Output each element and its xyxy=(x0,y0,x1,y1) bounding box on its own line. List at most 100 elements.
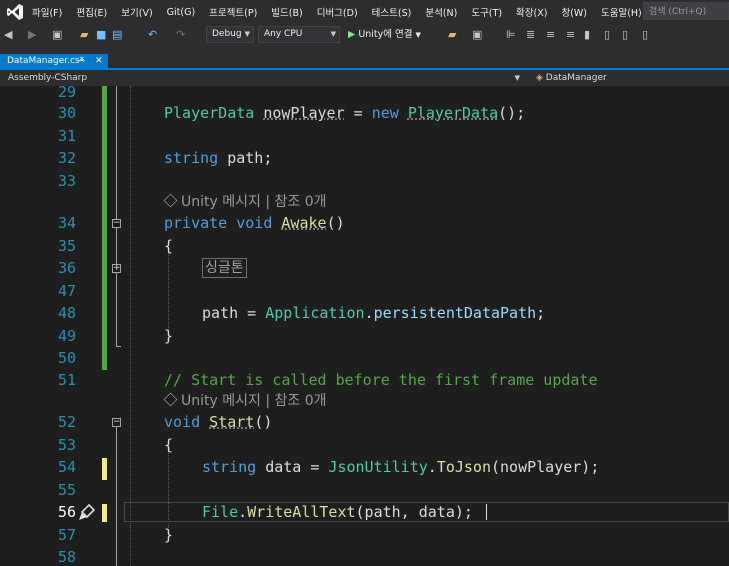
menu-test[interactable]: 테스트(S) xyxy=(372,5,412,19)
new-project-icon[interactable]: ▣ xyxy=(52,28,62,42)
forward-icon[interactable]: ▶ xyxy=(28,28,36,42)
menu-git[interactable]: Git(G) xyxy=(167,7,196,18)
uncomment-icon[interactable]: ≡ xyxy=(566,28,575,42)
chevron-down-icon: ▼ xyxy=(244,30,250,38)
save-icon[interactable]: ■ xyxy=(96,28,106,42)
unity-cube-icon xyxy=(163,193,178,208)
clear-bookmarks-icon[interactable]: ▯ xyxy=(642,28,648,42)
close-icon[interactable]: ✕ xyxy=(95,54,103,68)
redo-icon[interactable]: ↷ xyxy=(176,28,185,42)
attach-unity-label: Unity에 연결 xyxy=(358,29,413,40)
pin-icon[interactable]: ⊸ xyxy=(78,54,85,68)
align-icon[interactable]: ⊫ xyxy=(506,28,516,42)
tab-datamanager[interactable]: DataManager.cs* ⊸ ✕ xyxy=(0,54,108,68)
chevron-down-icon: ▼ xyxy=(330,30,336,38)
platform-select[interactable]: Any CPU ▼ xyxy=(258,26,340,43)
line-number: 47 xyxy=(57,282,76,300)
code-line-52: void Start() xyxy=(164,413,273,431)
line-number: 51 xyxy=(57,371,76,389)
unity-cube-icon xyxy=(163,392,178,407)
collapse-icon[interactable]: − xyxy=(112,219,121,228)
codelens-awake[interactable]: Unity 메시지 | 참조 0개 xyxy=(163,193,327,210)
visual-studio-logo-icon[interactable] xyxy=(6,3,24,21)
menu-edit[interactable]: 편집(E) xyxy=(76,5,107,19)
configuration-select[interactable]: Debug ▼ xyxy=(206,26,254,43)
collapse-icon[interactable]: − xyxy=(112,418,121,427)
collapsed-region-singleton[interactable]: 싱글톤 xyxy=(202,258,247,278)
line-number: 36 xyxy=(57,259,76,277)
codelens-start[interactable]: Unity 메시지 | 참조 0개 xyxy=(163,392,327,409)
back-icon[interactable]: ◀ xyxy=(4,28,12,42)
menu-tools[interactable]: 도구(T) xyxy=(471,5,502,19)
code-line-48: path = Application.persistentDataPath; xyxy=(202,304,546,322)
menu-extensions[interactable]: 확장(X) xyxy=(516,5,547,19)
menu-window[interactable]: 창(W) xyxy=(561,5,587,19)
outdent-icon[interactable]: ≣ xyxy=(526,28,535,42)
line-number: 33 xyxy=(57,172,76,190)
change-bar-saved xyxy=(102,86,107,370)
line-number: 34 xyxy=(57,214,76,232)
navigation-bar: Assembly-CSharp ▼ ◈ DataManager xyxy=(0,70,729,87)
open-folder-icon[interactable]: ▰ xyxy=(80,28,88,42)
line-number: 55 xyxy=(57,481,76,499)
save-all-icon[interactable]: ▤ xyxy=(112,28,122,42)
line-number: 50 xyxy=(57,349,76,367)
comment-icon[interactable]: ≡ xyxy=(546,28,555,42)
document-tabs: DataManager.cs* ⊸ ✕ xyxy=(0,46,729,68)
menu-view[interactable]: 보기(V) xyxy=(121,5,152,19)
text-caret xyxy=(486,504,487,520)
indent-guide xyxy=(168,244,169,330)
outline-line xyxy=(116,426,117,566)
code-line-49: } xyxy=(164,327,174,345)
code-line-30: PlayerData nowPlayer = new PlayerData(); xyxy=(164,104,526,122)
line-number-current: 56 xyxy=(57,503,76,521)
menu-help[interactable]: 도움말(H) xyxy=(601,5,642,19)
line-number: 52 xyxy=(57,413,76,431)
indent-guide xyxy=(130,86,131,566)
chevron-down-icon: ▼ xyxy=(415,31,421,39)
code-line-54: string data = JsonUtility.ToJson(nowPlay… xyxy=(202,458,600,476)
change-bar-unsaved xyxy=(102,458,107,480)
toolbar: ◀ ▶ ▣ ▰ ■ ▤ ↶ ↷ Debug ▼ Any CPU ▼ ▶ Unity… xyxy=(0,24,729,46)
next-bookmark-icon[interactable]: ▯ xyxy=(622,28,628,42)
attach-unity-button[interactable]: ▶ Unity에 연결 ▼ xyxy=(348,28,421,42)
line-number: 30 xyxy=(57,104,76,122)
code-line-57: } xyxy=(164,526,174,544)
code-line-34: private void Awake() xyxy=(164,214,345,232)
tab-label: DataManager.cs* xyxy=(7,56,85,66)
chevron-down-icon: ▼ xyxy=(514,74,520,82)
line-number: 35 xyxy=(57,237,76,255)
folder-icon[interactable]: ▰ xyxy=(448,28,456,42)
line-number: 57 xyxy=(57,526,76,544)
configuration-value: Debug xyxy=(212,29,242,39)
class-dropdown[interactable]: ◈ DataManager xyxy=(536,71,726,85)
menu-file[interactable]: 파일(F) xyxy=(32,5,62,19)
menu-analyze[interactable]: 분석(N) xyxy=(425,5,457,19)
outline-line xyxy=(116,86,117,346)
screenshot-icon[interactable]: ▣ xyxy=(472,28,482,42)
codelens-label: Unity 메시지 | 참조 0개 xyxy=(181,393,327,409)
expand-icon[interactable]: + xyxy=(112,264,121,273)
project-dropdown[interactable]: Assembly-CSharp ▼ xyxy=(8,71,524,85)
project-name: Assembly-CSharp xyxy=(8,73,88,83)
line-number: 32 xyxy=(57,149,76,167)
prev-bookmark-icon[interactable]: ▯ xyxy=(604,28,610,42)
codelens-label: Unity 메시지 | 참조 0개 xyxy=(181,194,327,210)
search-box[interactable]: 검색 (Ctrl+Q) xyxy=(643,2,729,20)
menu-debug[interactable]: 디버그(D) xyxy=(317,5,358,19)
undo-icon[interactable]: ↶ xyxy=(148,28,157,42)
code-line-32: string path; xyxy=(164,149,273,167)
line-number: 49 xyxy=(57,327,76,345)
line-number: 54 xyxy=(57,458,76,476)
line-number: 58 xyxy=(57,548,76,566)
code-editor[interactable]: − + − 29 30 31 32 33 34 35 36 47 48 49 5… xyxy=(0,86,729,566)
code-line-51: // Start is called before the first fram… xyxy=(164,371,598,389)
menu-build[interactable]: 빌드(B) xyxy=(271,5,302,19)
code-line-53: { xyxy=(164,436,174,454)
quick-actions-brush-icon[interactable] xyxy=(78,503,96,521)
line-number: 48 xyxy=(57,304,76,322)
code-line-35: { xyxy=(164,237,174,255)
class-name: DataManager xyxy=(545,73,607,83)
bookmark-icon[interactable]: ▮ xyxy=(584,28,590,42)
menu-project[interactable]: 프로젝트(P) xyxy=(209,5,257,19)
